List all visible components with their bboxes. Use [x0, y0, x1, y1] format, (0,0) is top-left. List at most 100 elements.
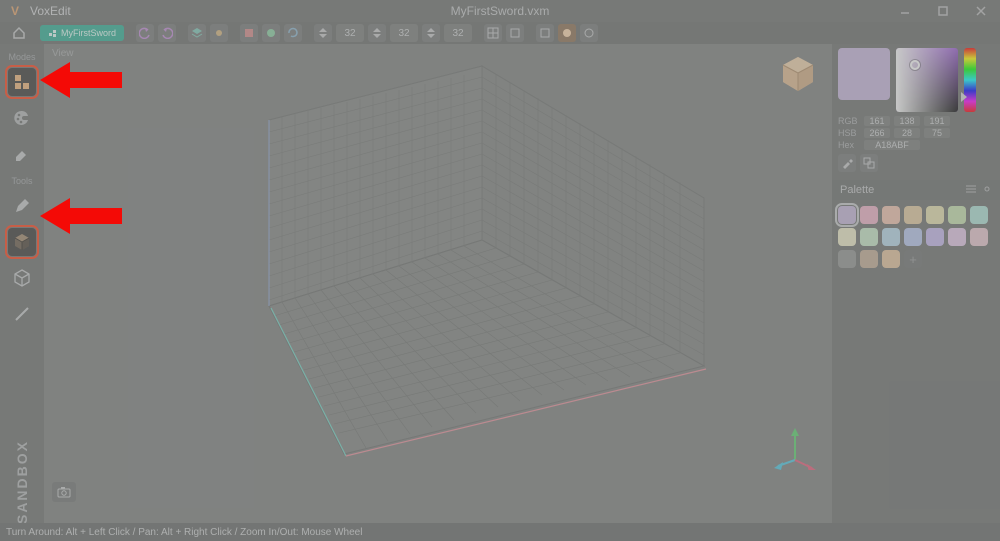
home-button[interactable]: [8, 22, 30, 44]
palette-swatch[interactable]: [904, 228, 922, 246]
hsb-s[interactable]: 28: [894, 128, 920, 138]
size-z-spin[interactable]: [422, 24, 440, 42]
tool-face-button[interactable]: [8, 264, 36, 292]
size-group: 32 32 32: [314, 24, 472, 42]
rotate-shape-button[interactable]: [284, 24, 302, 42]
palette-swatch[interactable]: [948, 228, 966, 246]
screenshot-button[interactable]: [52, 482, 76, 502]
palette-add-button[interactable]: +: [904, 250, 922, 268]
palette-swatch[interactable]: [838, 228, 856, 246]
current-color-swatch[interactable]: [838, 48, 890, 100]
window-controls: [886, 0, 1000, 22]
palette-swatch[interactable]: [882, 228, 900, 246]
size-y-value[interactable]: 32: [390, 24, 418, 42]
axis-gizmo[interactable]: [772, 424, 818, 470]
hex-value[interactable]: A18ABF: [864, 140, 920, 150]
palette-swatch[interactable]: [948, 206, 966, 224]
palette-swatch[interactable]: [970, 228, 988, 246]
camera-icon: [57, 486, 71, 498]
sidebar-section-tools: Tools: [11, 176, 32, 186]
window-maximize-button[interactable]: [924, 0, 962, 22]
line-icon: [13, 305, 31, 323]
palette-swatch[interactable]: [882, 206, 900, 224]
box-shape-button[interactable]: [240, 24, 258, 42]
layers-toggle[interactable]: [188, 24, 206, 42]
left-sidebar: Modes Tools: [0, 44, 44, 532]
rgb-r[interactable]: 161: [864, 116, 890, 126]
window-minimize-button[interactable]: [886, 0, 924, 22]
hsb-b[interactable]: 75: [924, 128, 950, 138]
palette-swatch[interactable]: [882, 250, 900, 268]
mode-model-button[interactable]: [8, 68, 36, 96]
palette-swatch[interactable]: [970, 206, 988, 224]
color-readouts: RGB 161 138 191 HSB 266 28 75 Hex A18ABF: [832, 116, 1000, 154]
app-logo-icon: V: [6, 2, 24, 20]
palette-swatch[interactable]: [860, 250, 878, 268]
misc-group-1: [188, 24, 228, 42]
palette-settings-icon[interactable]: [982, 184, 992, 197]
shade-mode-2[interactable]: [558, 24, 576, 42]
tool-line-button[interactable]: [8, 300, 36, 328]
orientation-cube[interactable]: [778, 54, 818, 94]
cube-filled-icon: [12, 232, 32, 252]
palette-swatch[interactable]: [926, 206, 944, 224]
size-z-value[interactable]: 32: [444, 24, 472, 42]
tree-icon: [48, 29, 57, 38]
tool-pencil-button[interactable]: [8, 192, 36, 220]
color-field[interactable]: [896, 48, 958, 112]
document-chip[interactable]: MyFirstSword: [40, 25, 124, 41]
size-x-spin[interactable]: [314, 24, 332, 42]
mode-palette-button[interactable]: [8, 104, 36, 132]
rgb-b[interactable]: 191: [924, 116, 950, 126]
palette-grid: +: [832, 200, 1000, 274]
render-group: [536, 24, 598, 42]
lighting-toggle[interactable]: [210, 24, 228, 42]
hue-slider[interactable]: [964, 48, 976, 112]
history-group: [136, 24, 176, 42]
hsb-h[interactable]: 266: [864, 128, 890, 138]
palette-icon: [13, 109, 31, 127]
sandbox-logo: SANDBOX: [2, 414, 42, 524]
tutorial-arrow-1: [36, 60, 126, 100]
eyedropper-button[interactable]: [838, 154, 856, 172]
right-panel: Material Picker RGB 161 138 191 HSB 266 …: [832, 22, 1000, 530]
swap-color-button[interactable]: [860, 154, 878, 172]
palette-swatch[interactable]: [860, 228, 878, 246]
app-name: VoxEdit: [30, 4, 71, 18]
palette-swatch[interactable]: [860, 206, 878, 224]
eraser-icon: [13, 145, 31, 163]
sphere-shape-button[interactable]: [262, 24, 280, 42]
document-chip-label: MyFirstSword: [61, 28, 116, 38]
grid-toggle[interactable]: [484, 24, 502, 42]
status-text: Turn Around: Alt + Left Click / Pan: Alt…: [6, 527, 362, 538]
document-title: MyFirstSword.vxm: [451, 4, 550, 18]
eyedropper-icon: [841, 157, 853, 169]
palette-swatch[interactable]: [838, 250, 856, 268]
viewport[interactable]: View: [44, 44, 832, 528]
undo-button[interactable]: [136, 24, 154, 42]
window-close-button[interactable]: [962, 0, 1000, 22]
palette-menu-icon[interactable]: [966, 184, 976, 197]
picker-tools: [832, 154, 1000, 176]
frame-toggle[interactable]: [506, 24, 524, 42]
redo-button[interactable]: [158, 24, 176, 42]
rgb-g[interactable]: 138: [894, 116, 920, 126]
status-bar: Turn Around: Alt + Left Click / Pan: Alt…: [0, 523, 1000, 541]
pencil-icon: [13, 197, 31, 215]
palette-swatch[interactable]: [838, 206, 856, 224]
color-picker: [832, 42, 1000, 116]
palette-swatch[interactable]: [904, 206, 922, 224]
title-bar: V VoxEdit MyFirstSword.vxm: [0, 0, 1000, 22]
palette-swatch[interactable]: [926, 228, 944, 246]
size-y-spin[interactable]: [368, 24, 386, 42]
viewport-scene: [44, 44, 832, 528]
hsb-label: HSB: [838, 128, 860, 138]
shade-mode-1[interactable]: [536, 24, 554, 42]
palette-title: Palette: [840, 184, 874, 196]
view-group: [484, 24, 524, 42]
size-x-value[interactable]: 32: [336, 24, 364, 42]
hex-label: Hex: [838, 140, 860, 150]
mode-eraser-button[interactable]: [8, 140, 36, 168]
shade-mode-3[interactable]: [580, 24, 598, 42]
tool-box-button[interactable]: [8, 228, 36, 256]
